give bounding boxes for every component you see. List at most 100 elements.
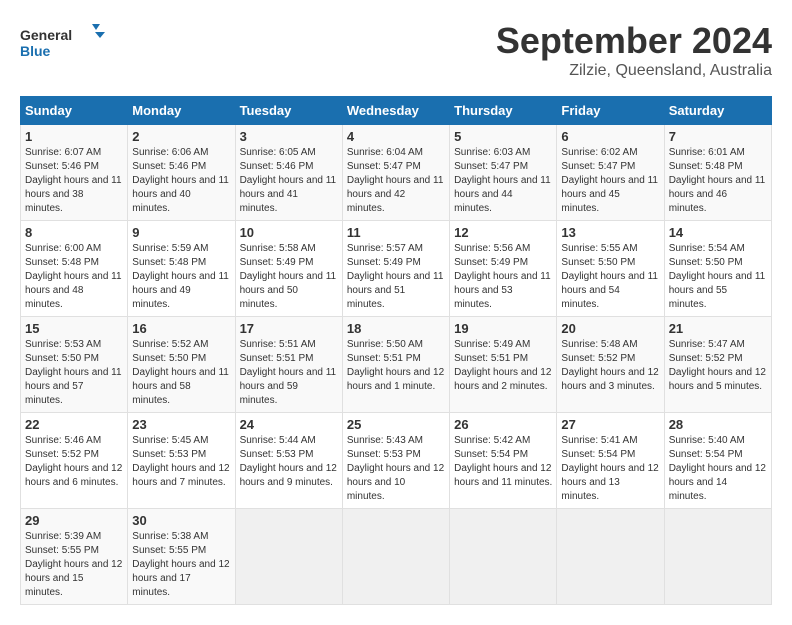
- day-cell: 7 Sunrise: 6:01 AM Sunset: 5:48 PM Dayli…: [664, 125, 771, 221]
- day-info: Sunrise: 5:40 AM Sunset: 5:54 PM Dayligh…: [669, 434, 767, 504]
- day-info: Sunrise: 5:53 AM Sunset: 5:50 PM Dayligh…: [25, 338, 123, 408]
- day-info: Sunrise: 6:04 AM Sunset: 5:47 PM Dayligh…: [347, 146, 445, 216]
- day-cell: 10 Sunrise: 5:58 AM Sunset: 5:49 PM Dayl…: [235, 221, 342, 317]
- week-row-1: 1 Sunrise: 6:07 AM Sunset: 5:46 PM Dayli…: [21, 125, 772, 221]
- day-cell: [342, 509, 449, 605]
- day-info: Sunrise: 6:06 AM Sunset: 5:46 PM Dayligh…: [132, 146, 230, 216]
- day-info: Sunrise: 5:54 AM Sunset: 5:50 PM Dayligh…: [669, 242, 767, 312]
- day-info: Sunrise: 5:45 AM Sunset: 5:53 PM Dayligh…: [132, 434, 230, 490]
- day-cell: 8 Sunrise: 6:00 AM Sunset: 5:48 PM Dayli…: [21, 221, 128, 317]
- day-info: Sunrise: 6:05 AM Sunset: 5:46 PM Dayligh…: [240, 146, 338, 216]
- week-row-4: 22 Sunrise: 5:46 AM Sunset: 5:52 PM Dayl…: [21, 413, 772, 509]
- day-number: 9: [132, 225, 230, 240]
- day-info: Sunrise: 5:43 AM Sunset: 5:53 PM Dayligh…: [347, 434, 445, 504]
- day-cell: 23 Sunrise: 5:45 AM Sunset: 5:53 PM Dayl…: [128, 413, 235, 509]
- logo: General Blue: [20, 20, 110, 65]
- day-cell: 12 Sunrise: 5:56 AM Sunset: 5:49 PM Dayl…: [450, 221, 557, 317]
- day-number: 12: [454, 225, 552, 240]
- day-info: Sunrise: 5:59 AM Sunset: 5:48 PM Dayligh…: [132, 242, 230, 312]
- day-cell: 2 Sunrise: 6:06 AM Sunset: 5:46 PM Dayli…: [128, 125, 235, 221]
- day-info: Sunrise: 5:48 AM Sunset: 5:52 PM Dayligh…: [561, 338, 659, 394]
- day-cell: 3 Sunrise: 6:05 AM Sunset: 5:46 PM Dayli…: [235, 125, 342, 221]
- day-cell: [557, 509, 664, 605]
- day-info: Sunrise: 5:55 AM Sunset: 5:50 PM Dayligh…: [561, 242, 659, 312]
- svg-text:General: General: [20, 27, 72, 43]
- day-number: 14: [669, 225, 767, 240]
- day-info: Sunrise: 5:51 AM Sunset: 5:51 PM Dayligh…: [240, 338, 338, 408]
- day-cell: [450, 509, 557, 605]
- day-number: 1: [25, 129, 123, 144]
- day-number: 21: [669, 321, 767, 336]
- col-monday: Monday: [128, 97, 235, 125]
- col-saturday: Saturday: [664, 97, 771, 125]
- day-number: 16: [132, 321, 230, 336]
- day-info: Sunrise: 5:50 AM Sunset: 5:51 PM Dayligh…: [347, 338, 445, 394]
- calendar-table: Sunday Monday Tuesday Wednesday Thursday…: [20, 96, 772, 605]
- col-sunday: Sunday: [21, 97, 128, 125]
- day-cell: 18 Sunrise: 5:50 AM Sunset: 5:51 PM Dayl…: [342, 317, 449, 413]
- day-cell: 19 Sunrise: 5:49 AM Sunset: 5:51 PM Dayl…: [450, 317, 557, 413]
- day-info: Sunrise: 5:38 AM Sunset: 5:55 PM Dayligh…: [132, 530, 230, 600]
- day-cell: 28 Sunrise: 5:40 AM Sunset: 5:54 PM Dayl…: [664, 413, 771, 509]
- day-cell: 27 Sunrise: 5:41 AM Sunset: 5:54 PM Dayl…: [557, 413, 664, 509]
- day-number: 26: [454, 417, 552, 432]
- day-info: Sunrise: 5:41 AM Sunset: 5:54 PM Dayligh…: [561, 434, 659, 504]
- day-info: Sunrise: 5:57 AM Sunset: 5:49 PM Dayligh…: [347, 242, 445, 312]
- page-header: General Blue September 2024 Zilzie, Quee…: [20, 20, 772, 80]
- day-info: Sunrise: 5:46 AM Sunset: 5:52 PM Dayligh…: [25, 434, 123, 490]
- day-cell: 21 Sunrise: 5:47 AM Sunset: 5:52 PM Dayl…: [664, 317, 771, 413]
- day-cell: 29 Sunrise: 5:39 AM Sunset: 5:55 PM Dayl…: [21, 509, 128, 605]
- day-number: 13: [561, 225, 659, 240]
- day-cell: 30 Sunrise: 5:38 AM Sunset: 5:55 PM Dayl…: [128, 509, 235, 605]
- day-info: Sunrise: 6:02 AM Sunset: 5:47 PM Dayligh…: [561, 146, 659, 216]
- day-number: 29: [25, 513, 123, 528]
- calendar-body: 1 Sunrise: 6:07 AM Sunset: 5:46 PM Dayli…: [21, 125, 772, 605]
- day-info: Sunrise: 5:49 AM Sunset: 5:51 PM Dayligh…: [454, 338, 552, 394]
- calendar-header: Sunday Monday Tuesday Wednesday Thursday…: [21, 97, 772, 125]
- day-number: 27: [561, 417, 659, 432]
- week-row-3: 15 Sunrise: 5:53 AM Sunset: 5:50 PM Dayl…: [21, 317, 772, 413]
- day-number: 2: [132, 129, 230, 144]
- day-number: 3: [240, 129, 338, 144]
- day-cell: [235, 509, 342, 605]
- day-number: 5: [454, 129, 552, 144]
- day-cell: 5 Sunrise: 6:03 AM Sunset: 5:47 PM Dayli…: [450, 125, 557, 221]
- day-number: 19: [454, 321, 552, 336]
- day-number: 7: [669, 129, 767, 144]
- logo-svg: General Blue: [20, 20, 110, 65]
- day-cell: 4 Sunrise: 6:04 AM Sunset: 5:47 PM Dayli…: [342, 125, 449, 221]
- day-info: Sunrise: 6:00 AM Sunset: 5:48 PM Dayligh…: [25, 242, 123, 312]
- day-cell: 11 Sunrise: 5:57 AM Sunset: 5:49 PM Dayl…: [342, 221, 449, 317]
- day-info: Sunrise: 5:58 AM Sunset: 5:49 PM Dayligh…: [240, 242, 338, 312]
- month-title: September 2024: [496, 20, 772, 62]
- day-number: 17: [240, 321, 338, 336]
- day-cell: 1 Sunrise: 6:07 AM Sunset: 5:46 PM Dayli…: [21, 125, 128, 221]
- day-cell: 26 Sunrise: 5:42 AM Sunset: 5:54 PM Dayl…: [450, 413, 557, 509]
- day-cell: 16 Sunrise: 5:52 AM Sunset: 5:50 PM Dayl…: [128, 317, 235, 413]
- location-subtitle: Zilzie, Queensland, Australia: [496, 62, 772, 80]
- day-info: Sunrise: 5:42 AM Sunset: 5:54 PM Dayligh…: [454, 434, 552, 490]
- day-info: Sunrise: 5:39 AM Sunset: 5:55 PM Dayligh…: [25, 530, 123, 600]
- col-thursday: Thursday: [450, 97, 557, 125]
- day-info: Sunrise: 6:07 AM Sunset: 5:46 PM Dayligh…: [25, 146, 123, 216]
- day-cell: 20 Sunrise: 5:48 AM Sunset: 5:52 PM Dayl…: [557, 317, 664, 413]
- day-cell: 14 Sunrise: 5:54 AM Sunset: 5:50 PM Dayl…: [664, 221, 771, 317]
- day-number: 30: [132, 513, 230, 528]
- day-info: Sunrise: 5:47 AM Sunset: 5:52 PM Dayligh…: [669, 338, 767, 394]
- col-tuesday: Tuesday: [235, 97, 342, 125]
- day-number: 15: [25, 321, 123, 336]
- day-number: 24: [240, 417, 338, 432]
- day-number: 28: [669, 417, 767, 432]
- day-cell: 22 Sunrise: 5:46 AM Sunset: 5:52 PM Dayl…: [21, 413, 128, 509]
- day-number: 6: [561, 129, 659, 144]
- day-number: 8: [25, 225, 123, 240]
- day-info: Sunrise: 5:44 AM Sunset: 5:53 PM Dayligh…: [240, 434, 338, 490]
- day-cell: 13 Sunrise: 5:55 AM Sunset: 5:50 PM Dayl…: [557, 221, 664, 317]
- day-cell: 17 Sunrise: 5:51 AM Sunset: 5:51 PM Dayl…: [235, 317, 342, 413]
- col-wednesday: Wednesday: [342, 97, 449, 125]
- day-info: Sunrise: 5:56 AM Sunset: 5:49 PM Dayligh…: [454, 242, 552, 312]
- day-info: Sunrise: 6:01 AM Sunset: 5:48 PM Dayligh…: [669, 146, 767, 216]
- day-number: 18: [347, 321, 445, 336]
- col-friday: Friday: [557, 97, 664, 125]
- week-row-5: 29 Sunrise: 5:39 AM Sunset: 5:55 PM Dayl…: [21, 509, 772, 605]
